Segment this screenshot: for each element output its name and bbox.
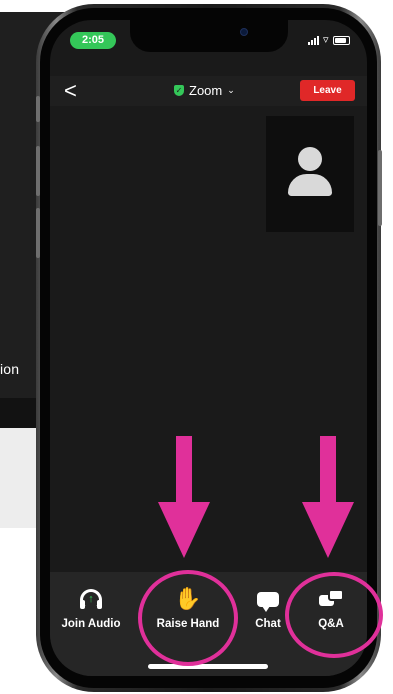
mute-switch: [36, 96, 40, 122]
self-video-tile[interactable]: [266, 116, 354, 232]
shield-icon: ✓: [174, 85, 184, 96]
back-icon[interactable]: <: [64, 78, 77, 104]
annotation-arrow-qa-head: [302, 502, 354, 558]
home-indicator[interactable]: [148, 664, 268, 669]
annotation-circle-raise-hand: [138, 570, 238, 666]
meeting-topbar: < ✓ Zoom ⌄ Leave: [50, 76, 367, 106]
battery-icon: [332, 35, 350, 45]
annotation-arrow-raise-hand-head: [158, 502, 210, 558]
volume-up-button: [36, 146, 40, 196]
avatar-body: [288, 174, 332, 196]
chevron-down-icon: ⌄: [227, 85, 235, 95]
power-button: [378, 150, 382, 226]
background-window-label: ion: [0, 361, 20, 377]
annotation-arrow-qa-shaft: [320, 436, 336, 508]
chat-button[interactable]: Chat: [248, 588, 288, 630]
leave-button[interactable]: Leave: [300, 80, 355, 101]
signal-icon: [308, 35, 319, 45]
front-camera: [240, 28, 248, 36]
headphones-icon: ↑: [79, 588, 103, 611]
annotation-circle-qa: [285, 572, 383, 658]
chat-label: Chat: [255, 618, 281, 630]
volume-down-button: [36, 208, 40, 258]
join-audio-button[interactable]: ↑ Join Audio: [53, 588, 129, 630]
meeting-title-button[interactable]: ✓ Zoom ⌄: [174, 83, 235, 98]
status-icons: ▿: [308, 33, 356, 47]
annotation-arrow-raise-hand-shaft: [176, 436, 192, 508]
status-time: 2:05: [70, 32, 116, 49]
avatar-head: [298, 147, 322, 171]
meeting-title: Zoom: [189, 83, 223, 98]
join-audio-label: Join Audio: [61, 618, 121, 630]
notch: [130, 20, 288, 52]
join-audio-arrow: ↑: [88, 593, 94, 605]
chat-icon: [256, 588, 280, 612]
wifi-icon: ▿: [323, 34, 329, 46]
